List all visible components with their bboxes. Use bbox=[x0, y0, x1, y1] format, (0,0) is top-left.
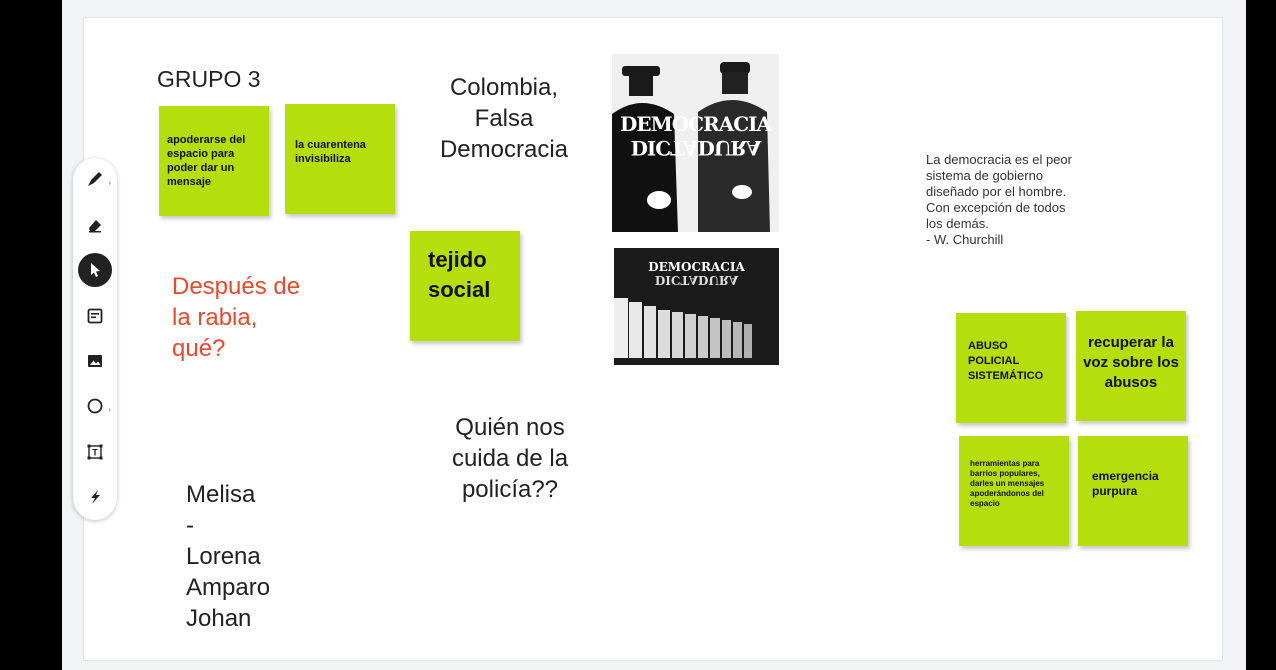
red-question-line-3: qué? bbox=[172, 335, 226, 362]
svg-text:T: T bbox=[92, 448, 98, 458]
image-1-caption-bottom: DICTADURA bbox=[630, 136, 761, 160]
image-2-caption-top: DEMOCRACIA bbox=[648, 260, 745, 274]
sticky-note-7[interactable]: emergencia purpura bbox=[1078, 436, 1188, 546]
center-title-line-3: Democracia bbox=[439, 136, 569, 163]
drawing-toolbar: › › T bbox=[73, 158, 117, 520]
text-box-icon: T bbox=[87, 444, 103, 460]
center-title-line-2: Falsa bbox=[474, 105, 534, 132]
sticky-note-5-text: recuperar la voz sobre los abusos bbox=[1083, 334, 1179, 391]
center-title[interactable]: Colombia, Falsa Democracia bbox=[424, 72, 584, 165]
eraser-icon bbox=[89, 220, 101, 233]
sticky-note-3-text: tejido social bbox=[428, 247, 491, 302]
red-question-text[interactable]: Después de la rabia, qué? bbox=[172, 271, 300, 364]
image-tool-button[interactable] bbox=[78, 344, 112, 378]
sticky-note-icon bbox=[87, 308, 103, 324]
sticky-note-4[interactable]: ABUSO POLICIAL SISTEMÁTICO bbox=[956, 313, 1066, 423]
sticky-note-1[interactable]: apoderarse del espacio para poder dar un… bbox=[159, 106, 269, 216]
text-box-tool-button[interactable]: T bbox=[78, 435, 112, 469]
pen-tool-button[interactable]: › bbox=[78, 162, 112, 196]
red-question-line-1: Después de bbox=[172, 273, 301, 300]
member-name: Lorena bbox=[186, 543, 261, 570]
laser-icon bbox=[91, 490, 100, 504]
member-name: Melisa bbox=[186, 481, 256, 508]
image-2-caption-bottom: DICTADURA bbox=[654, 273, 739, 287]
quote-line: La democracia es el peor bbox=[926, 152, 1072, 167]
cursor-icon bbox=[91, 263, 100, 277]
pen-icon bbox=[88, 172, 102, 186]
member-separator: - bbox=[186, 512, 194, 539]
quote-line: Con excepción de todos bbox=[926, 200, 1066, 215]
shape-options-caret-icon: › bbox=[108, 407, 111, 414]
image-1-caption-top: DEMOCRACIA bbox=[620, 112, 772, 136]
quote-line: - W. Churchill bbox=[926, 232, 1004, 247]
police-question-line-1: Quién nos bbox=[455, 414, 565, 441]
quote-line: diseñado por el hombre. bbox=[926, 184, 1067, 199]
churchill-quote[interactable]: La democracia es el peor sistema de gobi… bbox=[926, 152, 1072, 248]
democracia-dictadura-image-2[interactable]: DEMOCRACIA DICTADURA bbox=[614, 248, 779, 365]
sticky-note-2-text: la cuarentena invisibiliza bbox=[295, 139, 366, 165]
quote-line: sistema de gobierno bbox=[926, 168, 1044, 183]
sticky-note-tool-button[interactable] bbox=[78, 299, 112, 333]
sticky-note-3[interactable]: tejido social bbox=[410, 231, 520, 341]
sticky-note-4-text: ABUSO POLICIAL SISTEMÁTICO bbox=[968, 339, 1044, 382]
image-icon bbox=[88, 355, 102, 367]
board-title[interactable]: GRUPO 3 bbox=[157, 66, 261, 93]
quote-line: los demás. bbox=[926, 216, 989, 231]
sticky-note-6-text: herramientas para barrios populares, dar… bbox=[970, 459, 1045, 508]
eraser-tool-button[interactable] bbox=[78, 208, 112, 242]
member-name: Johan bbox=[186, 605, 252, 632]
select-tool-button[interactable] bbox=[78, 253, 112, 287]
laser-tool-button[interactable] bbox=[78, 480, 112, 514]
police-question-line-3: policía?? bbox=[461, 476, 559, 503]
member-name: Amparo bbox=[186, 574, 271, 601]
sticky-note-5[interactable]: recuperar la voz sobre los abusos bbox=[1076, 311, 1186, 421]
pen-options-caret-icon: › bbox=[108, 180, 111, 187]
police-question-text[interactable]: Quién nos cuida de la policía?? bbox=[440, 412, 580, 505]
sticky-note-1-text: apoderarse del espacio para poder dar un… bbox=[167, 134, 246, 188]
sticky-note-7-text: emergencia purpura bbox=[1092, 469, 1159, 498]
center-title-line-1: Colombia, bbox=[449, 74, 559, 101]
democracia-dictadura-image-1[interactable]: DEMOCRACIA DICTADURA bbox=[612, 54, 779, 232]
whiteboard-canvas[interactable]: GRUPO 3 apoderarse del espacio para pode… bbox=[84, 18, 1222, 660]
shape-tool-button[interactable]: › bbox=[78, 389, 112, 423]
sticky-note-2[interactable]: la cuarentena invisibiliza bbox=[285, 104, 395, 214]
sticky-note-6[interactable]: herramientas para barrios populares, dar… bbox=[959, 436, 1069, 546]
red-question-line-2: la rabia, bbox=[172, 304, 258, 331]
shape-icon bbox=[87, 398, 103, 414]
police-question-line-2: cuida de la bbox=[451, 445, 569, 472]
group-members[interactable]: Melisa - Lorena Amparo Johan bbox=[186, 479, 270, 634]
